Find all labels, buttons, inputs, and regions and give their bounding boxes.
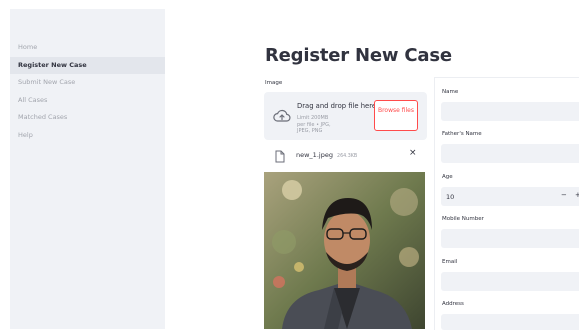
- dropzone-hint: Limit 200MB per file • JPG, JPEG, PNG: [297, 115, 331, 134]
- sidebar-item-help[interactable]: Help: [10, 127, 165, 144]
- name-input[interactable]: [441, 102, 579, 121]
- email-label: Email: [442, 259, 458, 265]
- sidebar: Home Register New Case Submit New Case A…: [10, 9, 165, 329]
- sidebar-item-register-new-case[interactable]: Register New Case: [10, 56, 165, 74]
- age-input[interactable]: [441, 187, 579, 206]
- remove-file-close-icon[interactable]: ×: [409, 148, 417, 158]
- uploaded-image-preview: [264, 172, 425, 329]
- email-input[interactable]: [441, 272, 579, 291]
- image-label: Image: [265, 80, 283, 86]
- mobile-number-input[interactable]: [441, 229, 579, 248]
- fathers-name-label: Father's Name: [442, 131, 482, 137]
- dropzone-title: Drag and drop file here: [297, 102, 377, 110]
- address-input[interactable]: [441, 314, 579, 330]
- browse-files-button[interactable]: Browse files: [374, 100, 418, 131]
- fathers-name-input[interactable]: [441, 144, 579, 163]
- mobile-number-label: Mobile Number: [442, 216, 484, 222]
- sidebar-nav: Home Register New Case Submit New Case A…: [10, 39, 165, 144]
- file-icon: [275, 148, 285, 167]
- uploaded-file-row: new_1.jpeg 264.3KB ×: [264, 144, 427, 166]
- sidebar-item-matched-cases[interactable]: Matched Cases: [10, 109, 165, 126]
- file-size: 264.3KB: [337, 154, 358, 159]
- file-uploader-dropzone[interactable]: Drag and drop file here Limit 200MB per …: [264, 92, 427, 140]
- file-name: new_1.jpeg: [296, 151, 333, 159]
- case-details-form: Name Father's Name Age − + Mobile Number…: [434, 77, 579, 330]
- address-label: Address: [442, 301, 464, 307]
- sidebar-item-all-cases[interactable]: All Cases: [10, 92, 165, 109]
- cloud-upload-icon: [273, 108, 291, 127]
- age-decrement-button[interactable]: −: [561, 191, 567, 199]
- sidebar-item-home[interactable]: Home: [10, 39, 165, 56]
- age-label: Age: [442, 174, 453, 180]
- sidebar-item-submit-new-case[interactable]: Submit New Case: [10, 74, 165, 91]
- page-title: Register New Case: [265, 45, 452, 66]
- name-label: Name: [442, 89, 459, 95]
- age-increment-button[interactable]: +: [575, 191, 579, 199]
